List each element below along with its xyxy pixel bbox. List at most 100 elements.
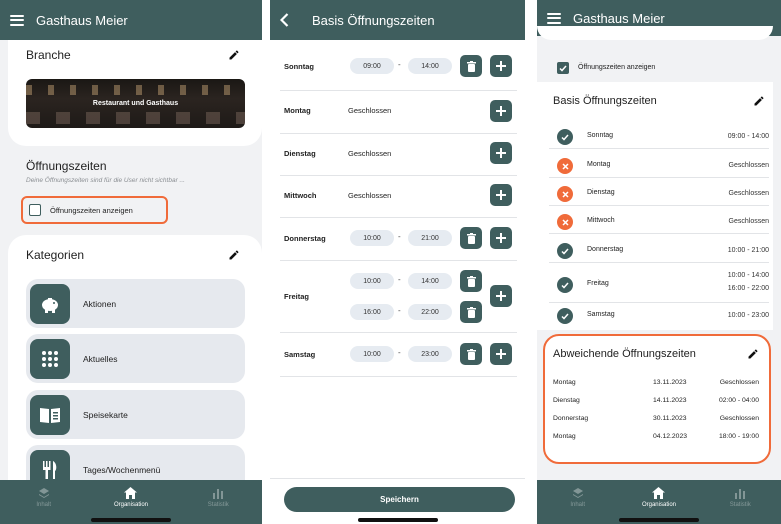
app-bar: Basis Öffnungszeiten (270, 0, 525, 40)
basis-hours: Geschlossen (728, 190, 769, 197)
plus-icon (496, 190, 506, 200)
delete-range-button[interactable] (460, 227, 482, 249)
time-to-field[interactable]: 14:00 (408, 273, 452, 289)
screen-opening-hours-summary: Gasthaus Meier Öffnungszeiten anzeigen B… (537, 0, 781, 524)
add-range-button[interactable] (490, 184, 512, 206)
edit-branche-pencil-icon[interactable] (228, 49, 240, 61)
back-arrow-icon[interactable] (280, 13, 294, 27)
screen-edit-opening-hours: Basis Öffnungszeiten Sonntag 09:00 - 14:… (270, 0, 525, 524)
show-opening-hours-checkbox[interactable] (29, 204, 41, 216)
category-label: Aktionen (83, 298, 117, 309)
basis-hours-second: 16:00 - 22:00 (727, 285, 769, 292)
deviation-day: Donnerstag (553, 415, 589, 422)
previous-card-bottom (537, 26, 773, 40)
open-check-icon (557, 243, 573, 259)
trash-icon (466, 306, 476, 318)
time-from-field[interactable]: 16:00 (350, 304, 394, 320)
page-title: Basis Öffnungszeiten (312, 12, 435, 28)
time-to-field[interactable]: 14:00 (408, 58, 452, 74)
basis-row-samstag: Samstag 10:00 - 23:00 (549, 304, 769, 328)
piggy-bank-icon (30, 283, 70, 324)
menu-icon[interactable] (10, 14, 24, 26)
branche-title: Branche (26, 48, 71, 62)
save-button[interactable]: Speichern (284, 487, 515, 512)
plus-icon (496, 233, 506, 243)
show-opening-hours-checkbox-row[interactable]: Öffnungszeiten anzeigen (21, 196, 168, 224)
show-opening-hours-checkbox[interactable] (557, 62, 569, 74)
add-range-button[interactable] (490, 100, 512, 122)
trash-icon (466, 275, 476, 287)
time-from-field[interactable]: 10:00 (350, 346, 394, 362)
time-to-field[interactable]: 23:00 (408, 346, 452, 362)
deviation-date: 04.12.2023 (653, 433, 688, 440)
closed-text: Geschlossen (348, 191, 392, 200)
trash-icon (466, 60, 476, 72)
deviation-day: Montag (553, 379, 576, 386)
deviating-hours-title: Abweichende Öffnungszeiten (553, 348, 696, 360)
closed-x-icon (557, 214, 573, 230)
nav-tab-inhalt[interactable]: Inhalt (9, 487, 79, 508)
category-item-aktuelles[interactable]: Aktuelles (26, 334, 245, 383)
basis-hours: Geschlossen (728, 218, 769, 225)
day-name: Donnerstag (284, 234, 326, 243)
nav-tab-label: Statistik (729, 502, 751, 508)
nav-tab-label: Inhalt (570, 502, 585, 508)
nav-tab-statistik[interactable]: Statistik (183, 487, 253, 508)
edit-basis-pencil-icon[interactable] (753, 95, 765, 107)
deviation-hours: Geschlossen (719, 379, 759, 386)
banner-lights-decoration (26, 85, 245, 95)
deviation-date: 30.11.2023 (653, 415, 687, 422)
delete-range-button[interactable] (460, 343, 482, 365)
time-from-field[interactable]: 10:00 (350, 230, 394, 246)
home-indicator (357, 518, 438, 522)
basis-day: Dienstag (587, 189, 615, 196)
menu-icon[interactable] (547, 12, 561, 24)
branche-banner[interactable]: Restaurant und Gasthaus (26, 79, 245, 128)
basis-hours-title: Basis Öffnungszeiten (553, 95, 657, 107)
day-name: Samstag (284, 350, 316, 359)
nav-tab-label: Organisation (113, 502, 148, 508)
nav-tab-organisation[interactable]: Organisation (624, 487, 694, 508)
category-item-speisekarte[interactable]: Speisekarte (26, 390, 245, 439)
nav-tab-inhalt[interactable]: Inhalt (543, 487, 613, 508)
time-from-field[interactable]: 10:00 (350, 273, 394, 289)
closed-text: Geschlossen (348, 106, 392, 115)
time-from-field[interactable]: 09:00 (350, 58, 394, 74)
layers-icon (572, 488, 583, 498)
delete-range-button[interactable] (460, 270, 482, 292)
time-separator: - (398, 275, 401, 284)
time-separator: - (398, 232, 401, 241)
edit-categories-pencil-icon[interactable] (228, 249, 240, 261)
time-to-field[interactable]: 21:00 (408, 230, 452, 246)
time-to-field[interactable]: 22:00 (408, 304, 452, 320)
category-item-aktionen[interactable]: Aktionen (26, 279, 245, 328)
day-row-donnerstag: Donnerstag 10:00 - 21:00 (280, 218, 517, 261)
nav-tab-statistik[interactable]: Statistik (705, 487, 775, 508)
delete-range-button[interactable] (460, 301, 482, 323)
edit-deviations-pencil-icon[interactable] (747, 348, 759, 360)
day-row-freitag: Freitag 10:00 - 14:00 16:00 - 22:00 (280, 261, 517, 333)
add-range-button[interactable] (490, 142, 512, 164)
add-range-button[interactable] (490, 285, 512, 307)
app-bar: Gasthaus Meier (0, 0, 262, 40)
deviation-hours: Geschlossen (719, 415, 759, 422)
basis-hours: 10:00 - 14:00 (727, 272, 769, 279)
deviation-date: 13.11.2023 (653, 379, 687, 386)
bar-chart-icon (735, 489, 746, 499)
nav-tab-organisation[interactable]: Organisation (96, 487, 166, 508)
basis-row-montag: Montag Geschlossen (549, 154, 769, 178)
plus-icon (496, 349, 506, 359)
home-indicator (619, 518, 699, 522)
add-range-button[interactable] (490, 227, 512, 249)
add-range-button[interactable] (490, 343, 512, 365)
basis-day: Sonntag (587, 132, 614, 139)
add-range-button[interactable] (490, 55, 512, 77)
day-name: Mittwoch (284, 191, 317, 200)
basis-hours: 10:00 - 21:00 (727, 247, 769, 254)
delete-range-button[interactable] (460, 55, 482, 77)
nav-tab-label: Inhalt (36, 502, 51, 508)
app-title: Gasthaus Meier (573, 10, 665, 26)
checkmark-icon (559, 65, 567, 72)
dots-grid-icon (30, 338, 70, 379)
deviation-day: Dienstag (553, 397, 580, 404)
